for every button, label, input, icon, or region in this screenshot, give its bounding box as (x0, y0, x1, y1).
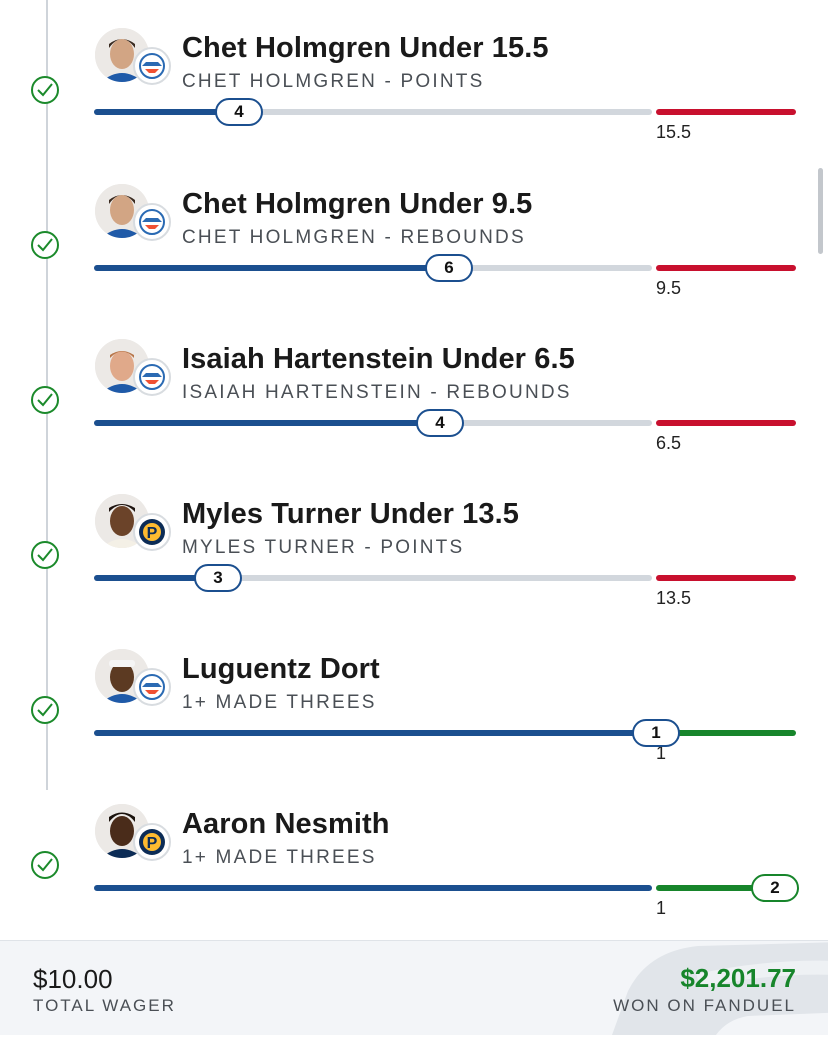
target-segment (656, 420, 796, 426)
okc-thunder-logo (133, 358, 171, 396)
svg-text:P: P (147, 525, 158, 542)
progress-value: 4 (416, 409, 464, 437)
okc-thunder-logo (133, 203, 171, 241)
target-value: 6.5 (656, 433, 682, 453)
leg-title: Chet Holmgren Under 9.5 (182, 188, 533, 220)
bet-leg[interactable]: Isaiah Hartenstein Under 6.5 ISAIAH HART… (0, 339, 828, 489)
progress-value: 4 (215, 98, 263, 126)
progress-fill (94, 730, 654, 736)
okc-thunder-logo (133, 668, 171, 706)
svg-text:P: P (147, 835, 158, 852)
target-value: 1 (656, 898, 667, 918)
leg-subtitle: CHET HOLMGREN - REBOUNDS (182, 227, 526, 248)
leg-subtitle: CHET HOLMGREN - POINTS (182, 71, 485, 92)
leg-title: Isaiah Hartenstein Under 6.5 (182, 343, 575, 375)
leg-subtitle: ISAIAH HARTENSTEIN - REBOUNDS (182, 382, 572, 403)
leg-title: Myles Turner Under 13.5 (182, 498, 519, 530)
leg-title: Chet Holmgren Under 15.5 (182, 32, 549, 64)
okc-thunder-logo (133, 47, 171, 85)
bet-leg[interactable]: Chet Holmgren Under 9.5 CHET HOLMGREN - … (0, 184, 828, 334)
progress-value: 2 (751, 874, 799, 902)
total-wager-amount: $10.00 (33, 964, 113, 994)
total-wager-label: TOTAL WAGER (33, 996, 176, 1015)
progress-value: 6 (425, 254, 473, 282)
target-value: 13.5 (656, 588, 692, 608)
progress-value: 3 (194, 564, 242, 592)
target-value: 9.5 (656, 278, 682, 298)
target-segment (656, 109, 796, 115)
leg-title: Luguentz Dort (182, 653, 380, 685)
bet-leg[interactable]: Luguentz Dort 1+ MADE THREES 1 1 (0, 649, 828, 799)
target-segment (656, 265, 796, 271)
bet-leg[interactable]: P Aaron Nesmith 1+ MADE THREES 2 1 (0, 804, 828, 954)
indiana-pacers-logo: P (133, 513, 171, 551)
bet-leg[interactable]: Chet Holmgren Under 15.5 CHET HOLMGREN -… (0, 28, 828, 178)
progress-fill (94, 265, 448, 271)
leg-subtitle: 1+ MADE THREES (182, 847, 377, 868)
progress-fill (94, 885, 652, 891)
won-label: WON ON FANDUEL (613, 996, 796, 1015)
indiana-pacers-logo: P (133, 823, 171, 861)
won-amount: $2,201.77 (680, 963, 796, 993)
progress-fill (94, 420, 438, 426)
target-segment (656, 575, 796, 581)
leg-subtitle: MYLES TURNER - POINTS (182, 537, 465, 558)
leg-subtitle: 1+ MADE THREES (182, 692, 377, 713)
scrollbar[interactable] (818, 168, 823, 254)
progress-value: 1 (632, 719, 680, 747)
bottom-strip (0, 1035, 828, 1049)
leg-title: Aaron Nesmith (182, 808, 390, 840)
bet-leg[interactable]: P Myles Turner Under 13.5 MYLES TURNER -… (0, 494, 828, 644)
bet-summary-footer: $10.00 TOTAL WAGER $2,201.77 WON ON FAND… (0, 940, 828, 1036)
target-value: 15.5 (656, 122, 692, 142)
